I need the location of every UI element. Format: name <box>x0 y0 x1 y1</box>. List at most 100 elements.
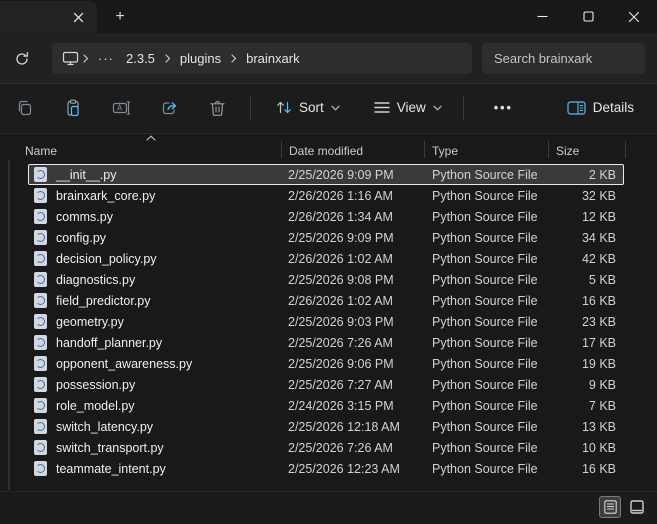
file-date-modified: 2/26/2026 1:34 AM <box>288 209 393 224</box>
file-size: 34 KB <box>581 230 616 245</box>
column-resizer[interactable] <box>548 141 549 158</box>
file-row[interactable]: switch_transport.py 2/25/2026 7:26 AM Py… <box>28 437 624 458</box>
breadcrumb-item-brainxark[interactable]: brainxark <box>240 51 305 66</box>
breadcrumb[interactable]: ··· 2.3.5 plugins brainxark <box>52 43 472 74</box>
column-header-modified[interactable]: Date modified <box>289 144 363 158</box>
new-tab-button[interactable]: + <box>108 6 132 28</box>
file-row[interactable]: config.py 2/25/2026 9:09 PM Python Sourc… <box>28 227 624 248</box>
sort-button[interactable]: Sort <box>267 93 349 123</box>
file-row[interactable]: handoff_planner.py 2/25/2026 7:26 AM Pyt… <box>28 332 624 353</box>
file-size: 10 KB <box>581 440 616 455</box>
column-resizer[interactable] <box>424 141 425 158</box>
file-name: switch_transport.py <box>56 440 164 455</box>
file-date-modified: 2/26/2026 1:16 AM <box>288 188 393 203</box>
file-type: Python Source File <box>432 230 538 245</box>
file-size: 19 KB <box>581 356 616 371</box>
breadcrumb-item-plugins[interactable]: plugins <box>174 51 227 66</box>
python-file-icon <box>34 292 48 309</box>
share-icon[interactable] <box>154 93 184 123</box>
file-row[interactable]: possession.py 2/25/2026 7:27 AM Python S… <box>28 374 624 395</box>
file-type: Python Source File <box>432 293 538 308</box>
close-button[interactable] <box>611 0 657 33</box>
svg-text:A: A <box>117 103 123 112</box>
file-name: switch_latency.py <box>56 419 154 434</box>
rename-icon[interactable]: A <box>106 93 136 123</box>
file-row[interactable]: field_predictor.py 2/26/2026 1:02 AM Pyt… <box>28 290 624 311</box>
delete-icon[interactable] <box>202 93 232 123</box>
file-row[interactable]: diagnostics.py 2/25/2026 9:08 PM Python … <box>28 269 624 290</box>
search-input[interactable] <box>482 51 657 66</box>
column-header-size[interactable]: Size <box>556 144 579 158</box>
file-type: Python Source File <box>432 251 538 266</box>
file-row[interactable]: switch_latency.py 2/25/2026 12:18 AM Pyt… <box>28 416 624 437</box>
see-more-button[interactable]: ••• <box>484 93 523 123</box>
address-bar: ··· 2.3.5 plugins brainxark <box>0 33 657 83</box>
python-file-icon <box>34 166 48 183</box>
python-file-icon <box>34 397 48 414</box>
file-row[interactable]: geometry.py 2/25/2026 9:03 PM Python Sou… <box>28 311 624 332</box>
file-date-modified: 2/25/2026 9:09 PM <box>288 230 394 245</box>
breadcrumb-item-version[interactable]: 2.3.5 <box>120 51 161 66</box>
details-button[interactable]: Details <box>558 93 643 123</box>
file-row[interactable]: brainxark_core.py 2/26/2026 1:16 AM Pyth… <box>28 185 624 206</box>
file-date-modified: 2/25/2026 7:26 AM <box>288 440 393 455</box>
file-date-modified: 2/25/2026 9:03 PM <box>288 314 394 329</box>
file-date-modified: 2/24/2026 3:15 PM <box>288 398 394 413</box>
chevron-right-icon <box>161 54 174 63</box>
file-explorer-window: { "window": { "tab_title": "", "new_tab_… <box>0 0 657 524</box>
view-toggles <box>599 496 648 518</box>
python-file-icon <box>34 250 48 267</box>
file-date-modified: 2/25/2026 9:06 PM <box>288 356 394 371</box>
paste-icon[interactable] <box>58 93 88 123</box>
file-name: opponent_awareness.py <box>56 356 193 371</box>
python-file-icon <box>34 271 48 288</box>
file-type: Python Source File <box>432 314 538 329</box>
file-row[interactable]: decision_policy.py 2/26/2026 1:02 AM Pyt… <box>28 248 624 269</box>
large-icons-view-icon <box>630 500 644 514</box>
column-header-name[interactable]: Name <box>25 144 57 158</box>
copy-icon[interactable] <box>10 93 40 123</box>
this-pc-icon[interactable] <box>62 51 79 66</box>
file-name: role_model.py <box>56 398 135 413</box>
file-date-modified: 2/25/2026 7:26 AM <box>288 335 393 350</box>
toolbar-separator <box>250 95 251 120</box>
chevron-right-icon <box>79 54 92 63</box>
file-name: diagnostics.py <box>56 272 136 287</box>
file-type: Python Source File <box>432 209 538 224</box>
file-type: Python Source File <box>432 398 538 413</box>
explorer-tab[interactable] <box>0 1 97 33</box>
file-row[interactable]: role_model.py 2/24/2026 3:15 PM Python S… <box>28 395 624 416</box>
details-label: Details <box>592 100 634 115</box>
details-view-toggle[interactable] <box>599 496 621 518</box>
column-header-type[interactable]: Type <box>432 144 458 158</box>
file-size: 23 KB <box>581 314 616 329</box>
file-row[interactable]: __init__.py 2/25/2026 9:09 PM Python Sou… <box>28 164 624 185</box>
tab-close-icon[interactable] <box>68 7 88 27</box>
view-button[interactable]: View <box>365 93 451 123</box>
file-row[interactable]: opponent_awareness.py 2/25/2026 9:06 PM … <box>28 353 624 374</box>
file-size: 2 KB <box>588 167 616 182</box>
refresh-button[interactable] <box>10 47 34 71</box>
file-row[interactable]: teammate_intent.py 2/25/2026 12:23 AM Py… <box>28 458 624 479</box>
file-size: 7 KB <box>588 398 616 413</box>
minimize-button[interactable] <box>519 0 565 33</box>
file-date-modified: 2/26/2026 1:02 AM <box>288 251 393 266</box>
file-date-modified: 2/25/2026 12:23 AM <box>288 461 400 476</box>
column-headers: Name Date modified Type Size <box>0 133 657 162</box>
file-name: possession.py <box>56 377 136 392</box>
path-overflow-button[interactable]: ··· <box>92 51 120 66</box>
file-size: 5 KB <box>588 272 616 287</box>
file-type: Python Source File <box>432 356 538 371</box>
file-type: Python Source File <box>432 188 538 203</box>
file-row[interactable]: comms.py 2/26/2026 1:34 AM Python Source… <box>28 206 624 227</box>
file-date-modified: 2/25/2026 9:08 PM <box>288 272 394 287</box>
column-resizer[interactable] <box>625 141 626 158</box>
view-label: View <box>396 100 426 115</box>
maximize-button[interactable] <box>565 0 611 33</box>
large-icons-view-toggle[interactable] <box>626 496 648 518</box>
column-resizer[interactable] <box>281 141 282 158</box>
python-file-icon <box>34 229 48 246</box>
file-date-modified: 2/25/2026 12:18 AM <box>288 419 400 434</box>
file-name: comms.py <box>56 209 113 224</box>
python-file-icon <box>34 334 48 351</box>
